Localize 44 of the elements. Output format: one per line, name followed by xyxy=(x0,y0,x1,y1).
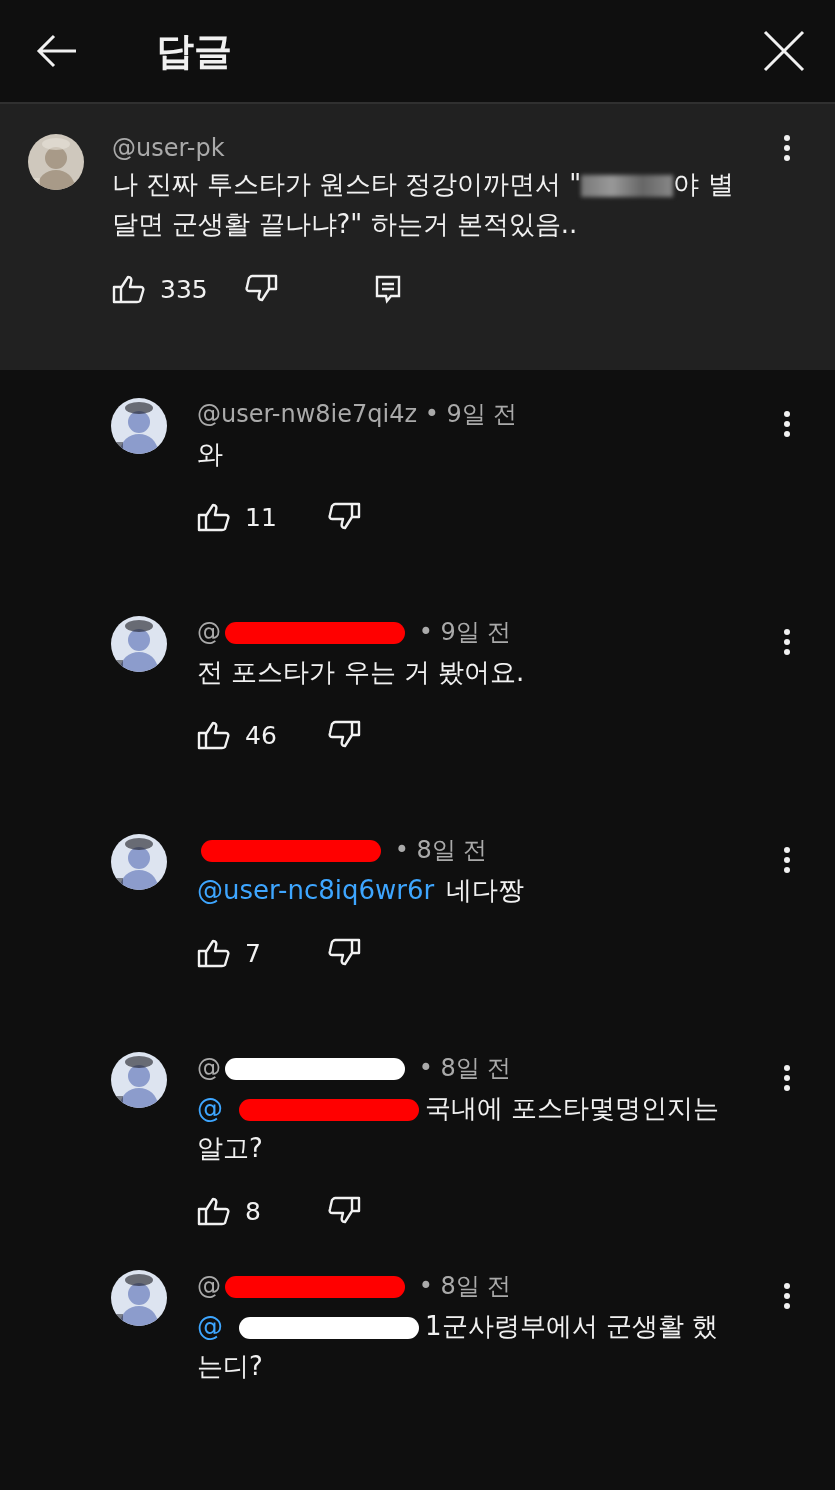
close-icon[interactable] xyxy=(763,30,805,72)
back-arrow-icon[interactable] xyxy=(36,34,78,68)
comment-time: • 8일 전 xyxy=(418,1272,512,1300)
comment-time: • 9일 전 xyxy=(424,400,518,428)
mention-link[interactable]: @ xyxy=(197,1311,223,1341)
thumbs-down-icon[interactable] xyxy=(327,720,361,750)
comment-text: 전 포스타가 우는 거 봤어요. xyxy=(197,656,526,689)
like-count: 8 xyxy=(245,1196,261,1226)
thumbs-down-icon[interactable] xyxy=(327,938,361,968)
comment-time: • 8일 전 xyxy=(418,1054,512,1082)
mention-link[interactable]: @user-nc8iq6wr6r xyxy=(197,875,435,905)
thumbs-up-icon[interactable] xyxy=(197,502,231,532)
thumbs-up-icon[interactable] xyxy=(197,720,231,750)
page-title: 답글 xyxy=(156,27,233,75)
comment-text: 나 진짜 투스타가 원스타 정강이까면서 " 야 별달면 군생활 끝나냐?" 하는거 본적있음.. xyxy=(112,168,735,241)
comment-author[interactable]: @user-nw8ie7qi4z xyxy=(197,400,418,428)
more-options-icon[interactable] xyxy=(783,628,791,656)
comment-text: @user-nc8iq6wr6r 네다짱 xyxy=(197,874,526,907)
comment-text: @ 1군사령부에서 군생활 했는디? xyxy=(197,1310,720,1383)
comment-time: • 9일 전 xyxy=(418,618,512,646)
comment-author[interactable]: @ xyxy=(197,1272,221,1300)
reply-icon[interactable] xyxy=(374,274,402,304)
comment-author[interactable]: @user-pk xyxy=(112,134,755,162)
comment-author[interactable]: @ xyxy=(197,618,221,646)
more-options-icon[interactable] xyxy=(783,410,791,438)
comment-text: 와 xyxy=(197,438,224,471)
thumbs-up-icon[interactable] xyxy=(112,274,146,304)
like-count: 7 xyxy=(245,938,261,968)
comment-time: • 8일 전 xyxy=(394,836,488,864)
thumbs-up-icon[interactable] xyxy=(197,1196,231,1226)
comment-author[interactable]: @ xyxy=(197,1054,221,1082)
thumbs-down-icon[interactable] xyxy=(327,1196,361,1226)
more-options-icon[interactable] xyxy=(783,1064,791,1092)
more-options-icon[interactable] xyxy=(783,1282,791,1310)
more-options-icon[interactable] xyxy=(783,134,791,162)
comment-text: @ 국내에 포스타몇명인지는 알고? xyxy=(197,1092,721,1165)
more-options-icon[interactable] xyxy=(783,846,791,874)
thumbs-down-icon[interactable] xyxy=(327,502,361,532)
like-count: 11 xyxy=(245,502,277,532)
thumbs-down-icon[interactable] xyxy=(243,274,278,304)
like-count: 335 xyxy=(160,274,208,304)
mention-link[interactable]: @ xyxy=(197,1093,223,1123)
like-count: 46 xyxy=(245,720,277,750)
thumbs-up-icon[interactable] xyxy=(197,938,231,968)
